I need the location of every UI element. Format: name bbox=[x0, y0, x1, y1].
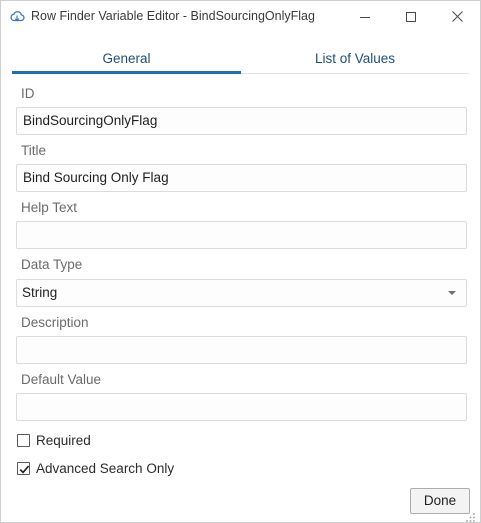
help-text-label: Help Text bbox=[21, 200, 78, 215]
close-button[interactable] bbox=[434, 1, 480, 32]
required-checkbox-row[interactable]: Required bbox=[17, 431, 91, 449]
maximize-button[interactable] bbox=[388, 1, 434, 32]
checkmark-icon bbox=[19, 464, 30, 474]
id-field[interactable]: BindSourcingOnlyFlag bbox=[16, 107, 467, 135]
title-bar[interactable]: Row Finder Variable Editor - BindSourcin… bbox=[1, 1, 480, 32]
advanced-search-only-label: Advanced Search Only bbox=[36, 460, 175, 476]
title-label: Title bbox=[21, 143, 47, 158]
close-icon bbox=[451, 11, 463, 22]
tab-bar: General List of Values bbox=[12, 47, 469, 75]
description-field[interactable] bbox=[16, 336, 467, 364]
maximize-icon bbox=[406, 11, 416, 22]
advanced-search-only-checkbox[interactable] bbox=[17, 461, 30, 475]
required-label: Required bbox=[36, 432, 91, 448]
title-field[interactable]: Bind Sourcing Only Flag bbox=[16, 164, 467, 192]
default-value-label: Default Value bbox=[21, 372, 102, 387]
id-label: ID bbox=[21, 86, 35, 101]
data-type-select[interactable]: String bbox=[16, 279, 467, 307]
description-label: Description bbox=[21, 315, 89, 330]
cloud-icon bbox=[9, 8, 25, 24]
data-type-selected-value: String bbox=[22, 285, 58, 300]
resize-grip-icon[interactable] bbox=[464, 510, 476, 522]
advanced-search-only-checkbox-row[interactable]: Advanced Search Only bbox=[17, 459, 174, 477]
window-title: Row Finder Variable Editor - BindSourcin… bbox=[31, 9, 315, 23]
required-checkbox[interactable] bbox=[17, 433, 30, 447]
minimize-icon bbox=[360, 16, 370, 18]
minimize-button[interactable] bbox=[342, 1, 388, 32]
row-finder-variable-editor-window: Row Finder Variable Editor - BindSourcin… bbox=[0, 0, 481, 523]
done-button[interactable]: Done bbox=[410, 488, 470, 514]
help-text-field[interactable] bbox=[16, 221, 467, 249]
chevron-down-icon bbox=[448, 291, 456, 295]
tab-list-of-values[interactable]: List of Values bbox=[241, 47, 469, 75]
data-type-label: Data Type bbox=[21, 257, 83, 272]
selected-tab-indicator bbox=[12, 71, 241, 74]
default-value-field[interactable] bbox=[16, 393, 467, 421]
